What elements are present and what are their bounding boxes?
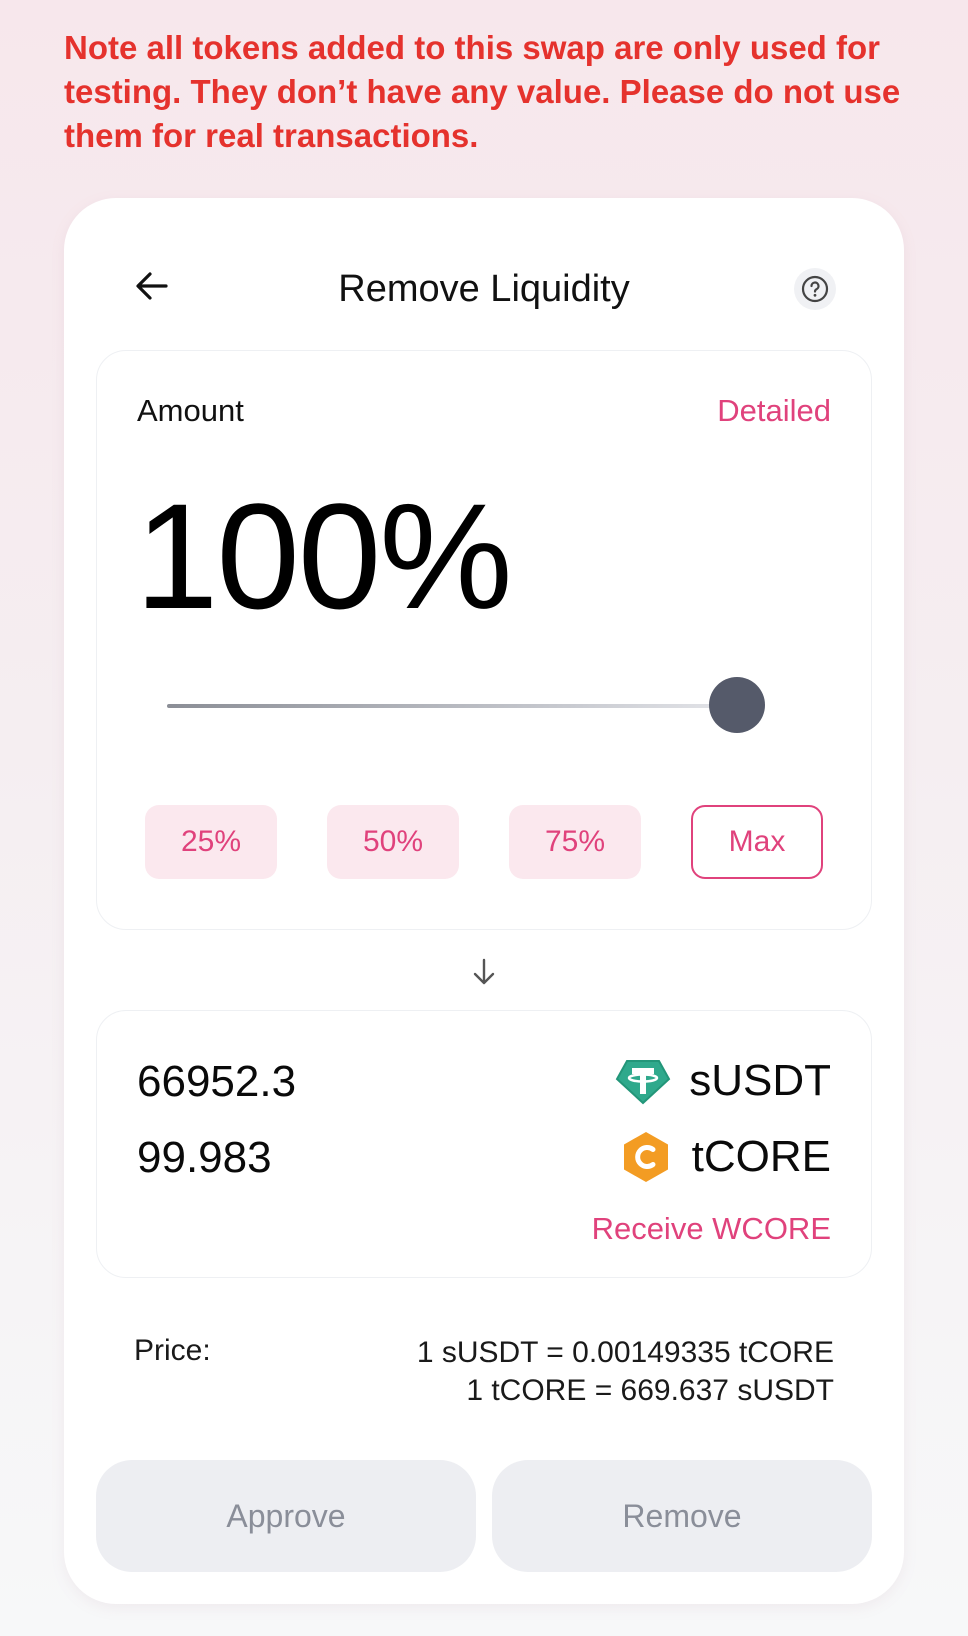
price-rate-tcore: 1 tCORE = 669.637 sUSDT	[466, 1374, 834, 1407]
receive-wcore-link[interactable]: Receive WCORE	[592, 1211, 831, 1247]
tcore-token-name: tCORE	[691, 1132, 831, 1181]
testing-notice: Note all tokens added to this swap are o…	[64, 29, 901, 154]
remove-button[interactable]: Remove	[492, 1460, 872, 1572]
price-rate-susdt: 1 sUSDT = 0.00149335 tCORE	[416, 1336, 834, 1369]
receive-panel: 66952.3 sUSDT 99.983 tCORE Receive WCORE	[96, 1010, 872, 1278]
question-circle-icon	[801, 275, 829, 303]
core-icon	[623, 1132, 668, 1182]
amount-panel: Amount Detailed 100% 25% 50% 75% Max	[96, 350, 872, 930]
preset-25-button[interactable]: 25%	[145, 805, 277, 879]
tcore-token: tCORE	[618, 1129, 831, 1185]
slider-track[interactable]	[167, 704, 747, 708]
susdt-token: sUSDT	[615, 1053, 831, 1109]
remove-liquidity-card: Remove Liquidity Amount Detailed 100% 25…	[64, 198, 904, 1604]
price-label: Price:	[134, 1334, 211, 1367]
preset-max-button[interactable]: Max	[691, 805, 823, 879]
amount-label: Amount	[137, 393, 244, 428]
approve-button[interactable]: Approve	[96, 1460, 476, 1572]
price-rates: 1 sUSDT = 0.00149335 tCORE 1 tCORE = 669…	[417, 1334, 834, 1410]
preset-50-button[interactable]: 50%	[327, 805, 459, 879]
help-button[interactable]	[794, 268, 836, 310]
arrow-down-icon	[473, 958, 495, 985]
preset-75-button[interactable]: 75%	[509, 805, 641, 879]
amount-slider[interactable]	[167, 677, 767, 733]
detailed-link[interactable]: Detailed	[717, 393, 831, 429]
percent-display: 100%	[135, 472, 513, 640]
tcore-amount: 99.983	[137, 1133, 272, 1182]
susdt-token-name: sUSDT	[689, 1056, 831, 1105]
slider-thumb[interactable]	[709, 677, 765, 733]
susdt-amount: 66952.3	[137, 1057, 297, 1106]
tether-icon	[615, 1060, 671, 1105]
page-title: Remove Liquidity	[338, 268, 630, 310]
